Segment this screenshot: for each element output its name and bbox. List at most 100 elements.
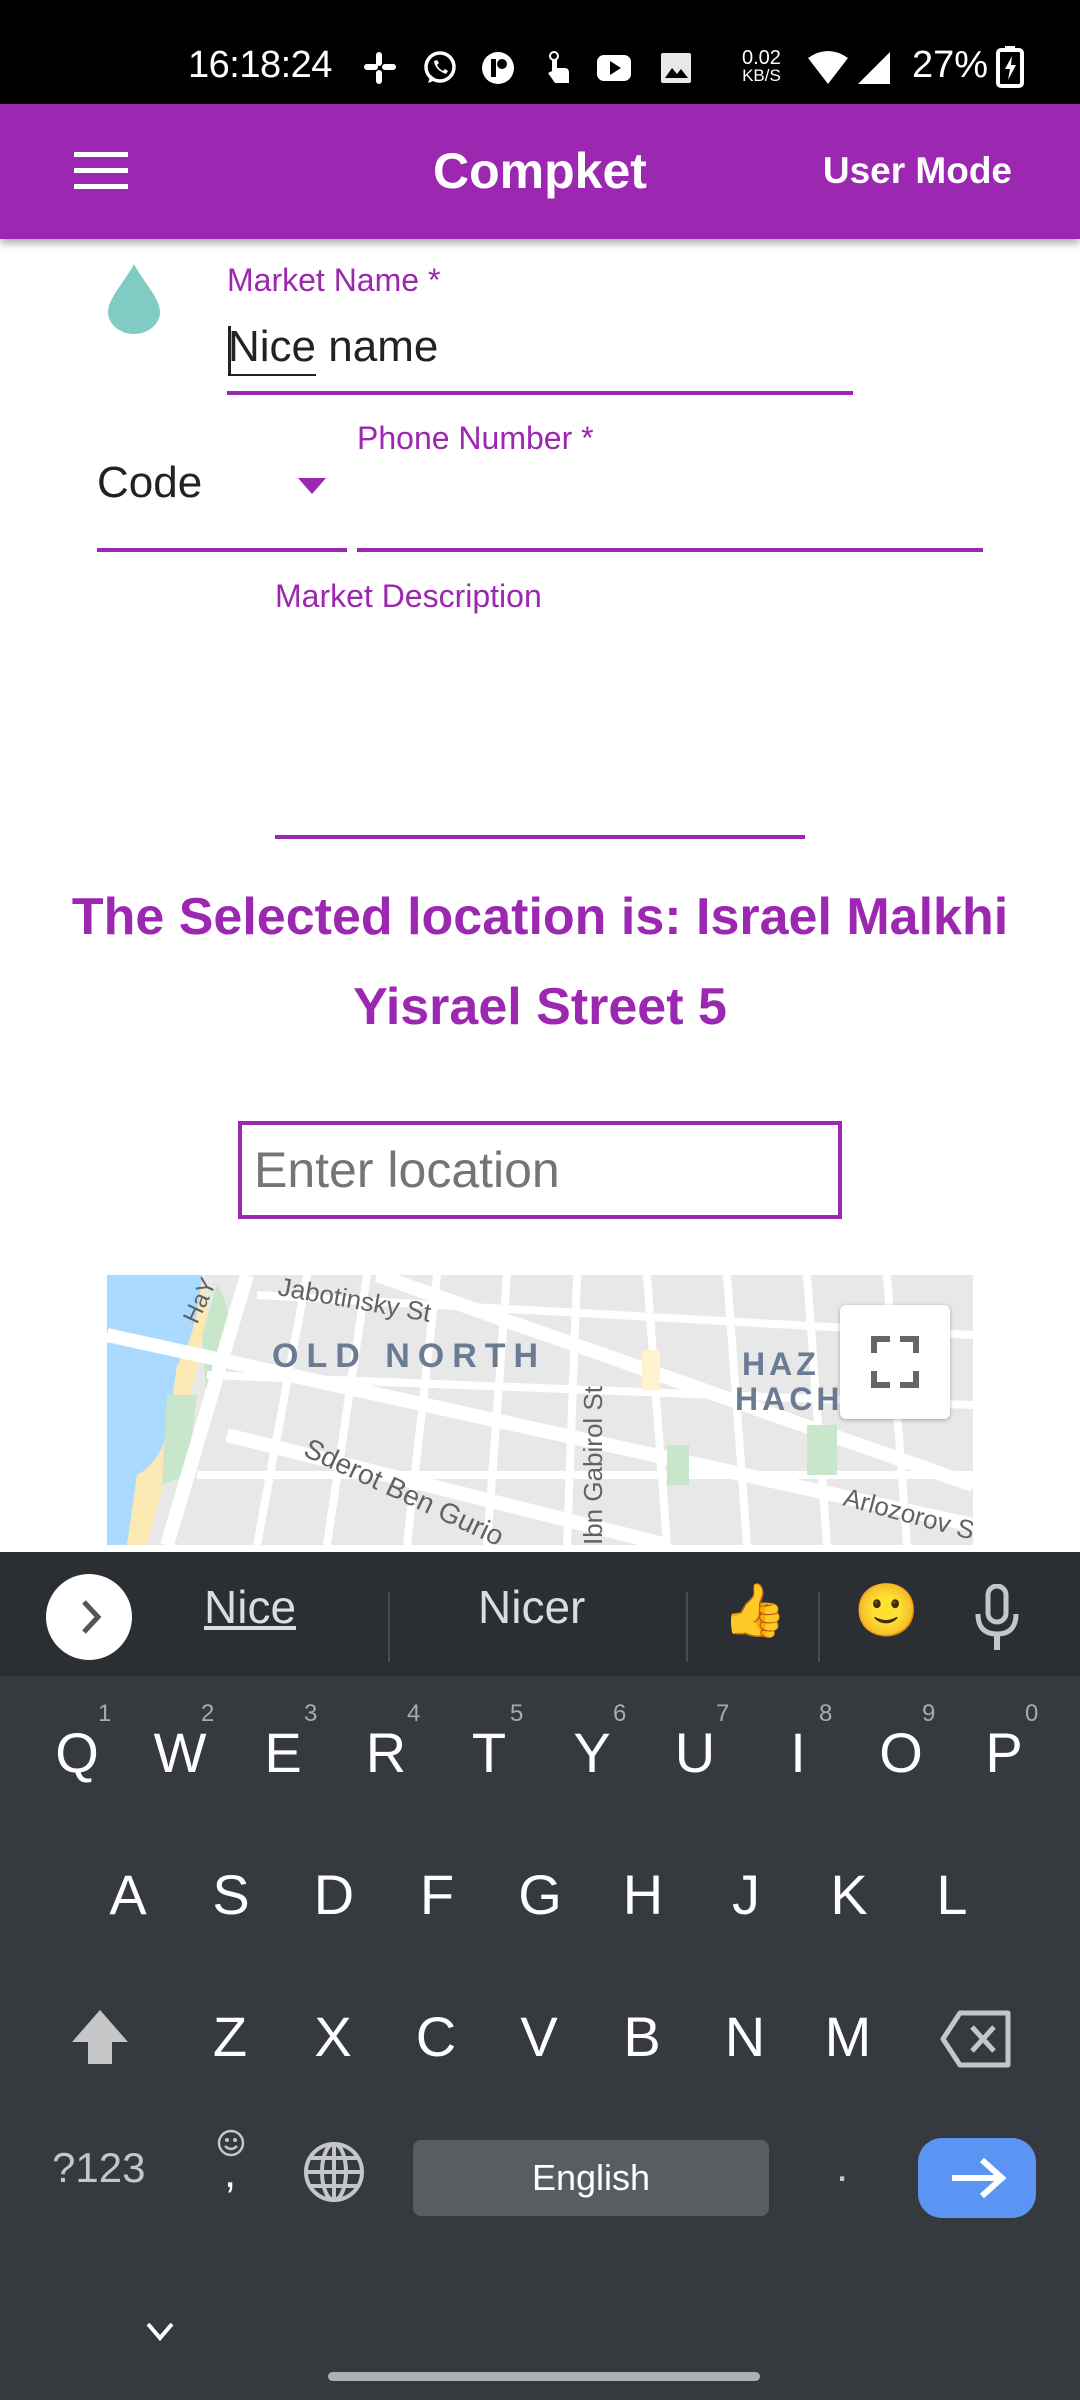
slack-icon (364, 52, 396, 84)
selected-location-text: The Selected location is: Israel Malkhi … (71, 888, 1009, 1036)
key-a[interactable]: A (83, 1862, 173, 1927)
phone-number-label: Phone Number * (357, 420, 594, 456)
key-hint: 4 (407, 1700, 421, 1727)
location-search-input[interactable] (238, 1121, 842, 1219)
key-w[interactable]: W (135, 1720, 225, 1785)
market-name-input[interactable]: Nice name (228, 322, 438, 372)
key-z[interactable]: Z (185, 2004, 275, 2069)
key-j[interactable]: J (701, 1862, 791, 1927)
key-p[interactable]: P (959, 1720, 1049, 1785)
key-f[interactable]: F (392, 1862, 482, 1927)
suggestion-strip: Nice Nicer 👍 🙂 (0, 1552, 1080, 1676)
key-r[interactable]: R (341, 1720, 431, 1785)
suggestion-divider (686, 1592, 688, 1662)
key-o[interactable]: O (856, 1720, 946, 1785)
touch-icon (548, 51, 569, 83)
key-t[interactable]: T (444, 1720, 534, 1785)
key-hint: 1 (98, 1700, 112, 1727)
key-hint: 0 (1025, 1700, 1039, 1727)
comma-label: , (224, 2148, 237, 2197)
country-code-select[interactable]: Code (97, 458, 202, 508)
soft-keyboard: Nice Nicer 👍 🙂 (0, 1552, 1080, 2400)
drop-icon (108, 264, 160, 334)
key-q[interactable]: Q (32, 1720, 122, 1785)
key-x[interactable]: X (288, 2004, 378, 2069)
gallery-icon (661, 53, 691, 83)
key-m[interactable]: M (803, 2004, 893, 2069)
key-b[interactable]: B (597, 2004, 687, 2069)
period-key[interactable]: . (836, 2142, 848, 2192)
chevron-down-icon[interactable] (140, 2316, 180, 2346)
microphone-icon[interactable] (972, 1584, 1022, 1654)
whatsapp-icon (424, 51, 456, 83)
key-i[interactable]: I (753, 1720, 843, 1785)
key-k[interactable]: K (804, 1862, 894, 1927)
market-name-underline (227, 391, 853, 395)
map-fullscreen-button[interactable] (840, 1305, 950, 1419)
key-hint: 2 (201, 1700, 215, 1727)
text-cursor (228, 326, 231, 374)
suggestion-1[interactable]: Nice (204, 1580, 296, 1634)
chevron-right-icon (82, 1600, 102, 1634)
map-view[interactable]: OLD NORTH Jabotinsky St HaY Ibn Gabirol … (107, 1275, 973, 1545)
battery-percent: 27% (912, 44, 989, 86)
network-speed: 0.02 KB/S (742, 47, 781, 85)
globe-language-icon[interactable] (302, 2140, 366, 2204)
phone-number-underline (357, 548, 983, 552)
navigation-gesture-handle[interactable] (328, 2372, 760, 2381)
symbols-key[interactable]: ?123 (52, 2144, 145, 2192)
shift-key[interactable] (70, 2008, 130, 2066)
map-label-old-north: OLD NORTH (272, 1337, 546, 1375)
market-description-label: Market Description (275, 578, 542, 614)
map-label-neighborhood: HAZ (742, 1346, 820, 1382)
suggestion-2[interactable]: Nicer (478, 1580, 585, 1634)
market-name-label: Market Name * (227, 262, 441, 298)
map-label-neighborhood-2: HACH (735, 1381, 843, 1417)
key-c[interactable]: C (391, 2004, 481, 2069)
backspace-key[interactable] (940, 2010, 1012, 2068)
arrow-right-icon (952, 2157, 1007, 2199)
key-hint: 7 (716, 1700, 730, 1727)
app-notification-icon (482, 52, 514, 84)
dropdown-arrow-icon[interactable] (298, 478, 326, 494)
emoji-suggestion-smile[interactable]: 🙂 (854, 1580, 919, 1641)
emoji-suggestion-thumbs-up[interactable]: 👍 (722, 1580, 787, 1641)
space-key[interactable]: English (413, 2140, 769, 2216)
key-y[interactable]: Y (547, 1720, 637, 1785)
key-u[interactable]: U (650, 1720, 740, 1785)
key-e[interactable]: E (238, 1720, 328, 1785)
keyboard-expand-button[interactable] (46, 1574, 132, 1660)
suggestion-divider (388, 1592, 390, 1662)
signal-icon (858, 52, 890, 84)
composing-underline (228, 374, 316, 376)
key-h[interactable]: H (598, 1862, 688, 1927)
status-time: 16:18:24 (188, 44, 332, 86)
market-description-underline (275, 835, 805, 839)
market-description-input[interactable] (275, 630, 805, 830)
key-hint: 3 (304, 1700, 318, 1727)
key-v[interactable]: V (494, 2004, 584, 2069)
emoji-comma-key[interactable]: , (206, 2128, 256, 2218)
key-hint: 5 (510, 1700, 524, 1727)
code-underline (97, 548, 347, 552)
key-hint: 9 (922, 1700, 936, 1727)
key-hint: 8 (819, 1700, 833, 1727)
key-hint: 6 (613, 1700, 627, 1727)
key-d[interactable]: D (289, 1862, 379, 1927)
key-g[interactable]: G (495, 1862, 585, 1927)
app-bar: Compket User Mode (0, 104, 1080, 239)
key-l[interactable]: L (907, 1862, 997, 1927)
wifi-icon (808, 51, 848, 84)
youtube-icon (597, 55, 631, 81)
menu-icon[interactable] (74, 152, 128, 192)
enter-key[interactable] (918, 2138, 1036, 2218)
phone-number-input[interactable] (357, 470, 983, 540)
suggestion-divider (818, 1592, 820, 1662)
key-s[interactable]: S (186, 1862, 276, 1927)
fullscreen-icon (871, 1336, 919, 1388)
status-bar: 16:18:24 0.02 KB/S 27% (0, 0, 1080, 104)
user-mode-button[interactable]: User Mode (823, 150, 1012, 192)
map-label-ibn-gabirol: Ibn Gabirol St (578, 1385, 608, 1545)
key-n[interactable]: N (700, 2004, 790, 2069)
battery-charging-icon (996, 46, 1024, 88)
